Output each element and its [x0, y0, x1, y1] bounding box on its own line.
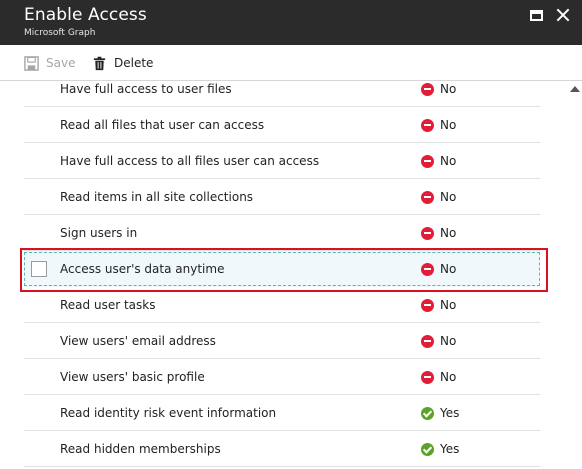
- permission-row[interactable]: Read items in all site collections No: [24, 179, 540, 215]
- status-text: Yes: [440, 406, 460, 420]
- blade-title: Enable Access: [24, 5, 147, 25]
- permission-row[interactable]: Read identity risk event information Yes: [24, 395, 540, 431]
- no-entry-icon: [421, 118, 434, 132]
- no-entry-icon: [421, 334, 434, 348]
- no-entry-icon: [421, 226, 434, 240]
- permission-row[interactable]: View users' basic profile No: [24, 359, 540, 395]
- permission-label: View users' email address: [60, 334, 216, 348]
- permission-row[interactable]: Have full access to all files user can a…: [24, 143, 540, 179]
- no-entry-icon: [421, 82, 434, 96]
- status: No: [421, 143, 456, 179]
- permission-row[interactable]: Sign users in No: [24, 215, 540, 251]
- permission-row[interactable]: Read all files that user can access No: [24, 107, 540, 143]
- no-entry-icon: [421, 190, 434, 204]
- trash-icon: [93, 56, 106, 70]
- blade-header: Enable Access Microsoft Graph: [0, 0, 582, 45]
- status: No: [421, 71, 456, 107]
- permission-row[interactable]: Read hidden memberships Yes: [24, 431, 540, 467]
- delete-label: Delete: [114, 56, 154, 70]
- no-entry-icon: [421, 370, 434, 384]
- status: Yes: [421, 395, 459, 431]
- close-icon[interactable]: [555, 7, 571, 23]
- divider: [24, 466, 540, 467]
- blade-subtitle: Microsoft Graph: [24, 28, 96, 38]
- permission-row[interactable]: Read user tasks No: [24, 287, 540, 323]
- status-text: No: [440, 82, 457, 96]
- permission-label: Read identity risk event information: [60, 406, 277, 420]
- permission-row[interactable]: Have full access to user files No: [24, 71, 540, 107]
- status-text: No: [440, 190, 457, 204]
- status: No: [421, 215, 456, 251]
- permission-label: Sign users in: [60, 226, 138, 240]
- status-text: No: [440, 154, 457, 168]
- status: No: [421, 359, 456, 395]
- permission-label: Read user tasks: [60, 298, 156, 312]
- status-text: No: [440, 370, 457, 384]
- no-entry-icon: [421, 154, 434, 168]
- status: No: [421, 107, 456, 143]
- permission-label: View users' basic profile: [60, 370, 205, 384]
- scroll-up-icon[interactable]: [570, 86, 580, 92]
- status-text: No: [440, 226, 457, 240]
- check-circle-icon: [421, 406, 434, 420]
- status: No: [421, 323, 456, 359]
- maximize-icon[interactable]: [530, 10, 543, 21]
- status: No: [421, 287, 456, 323]
- status: No: [421, 179, 456, 215]
- annotation-highlight-box: [20, 248, 548, 292]
- save-label: Save: [46, 56, 76, 70]
- no-entry-icon: [421, 298, 434, 312]
- permission-label: Read items in all site collections: [60, 190, 254, 204]
- status-text: Yes: [440, 442, 460, 456]
- permission-label: Have full access to all files user can a…: [60, 154, 320, 168]
- status-text: No: [440, 334, 457, 348]
- save-icon: [24, 55, 39, 71]
- permission-row[interactable]: View users' email address No: [24, 323, 540, 359]
- status: Yes: [421, 431, 459, 467]
- check-circle-icon: [421, 442, 434, 456]
- status-text: No: [440, 298, 457, 312]
- permission-label: Read hidden memberships: [60, 442, 221, 456]
- permission-label: Read all files that user can access: [60, 118, 265, 132]
- permission-label: Have full access to user files: [60, 82, 232, 96]
- status-text: No: [440, 118, 457, 132]
